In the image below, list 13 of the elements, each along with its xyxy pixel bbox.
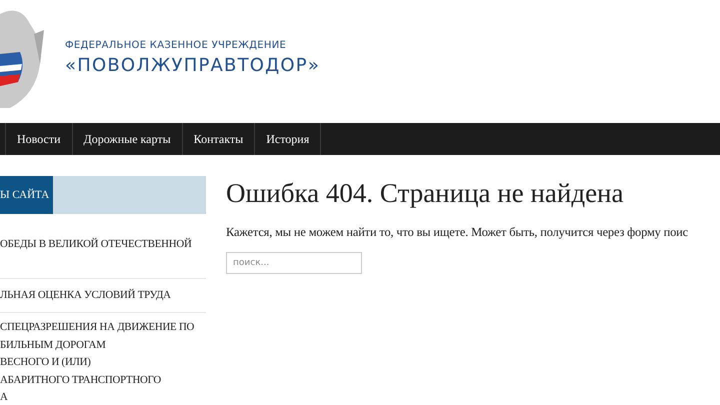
error-message: Кажется, мы не можем найти то, что вы ищете. Может быть, получится через форму поис	[226, 225, 689, 240]
organization-title: «ПОВОЛЖУПРАВТОДОР»	[65, 55, 320, 76]
nav-link[interactable]: Новости	[6, 123, 73, 155]
search-field[interactable]: поиск...	[226, 252, 362, 274]
nav-link[interactable]: Контакты	[182, 123, 256, 155]
page-heading: Ошибка 404. Страница не найдена	[226, 178, 624, 209]
nav-link[interactable]: История	[255, 123, 322, 155]
nav-link[interactable]: Дорожные карты	[72, 123, 183, 155]
sidebar-tab[interactable]: Ы САЙТА	[0, 176, 53, 214]
sidebar-link[interactable]: ОБЕДЫ В ВЕЛИКОЙ ОТЕЧЕСТВЕННОЙ	[0, 236, 206, 254]
sidebar-link[interactable]: СПЕЦРАЗРЕШЕНИЯ НА ДВИЖЕНИЕ ПО БИЛЬНЫМ ДОРОГАМ ВЕСНОГО И (ИЛИ) АБАРИТНОГО ТРАНСПОРТНОГО А	[0, 319, 206, 405]
sidebar-link[interactable]: ЛЬНАЯ ОЦЕНКА УСЛОВИЙ ТРУДА	[0, 286, 206, 304]
organization-subtitle: ФЕДЕРАЛЬНОЕ КАЗЕННОЕ УЧРЕЖДЕНИЕ	[65, 40, 288, 51]
